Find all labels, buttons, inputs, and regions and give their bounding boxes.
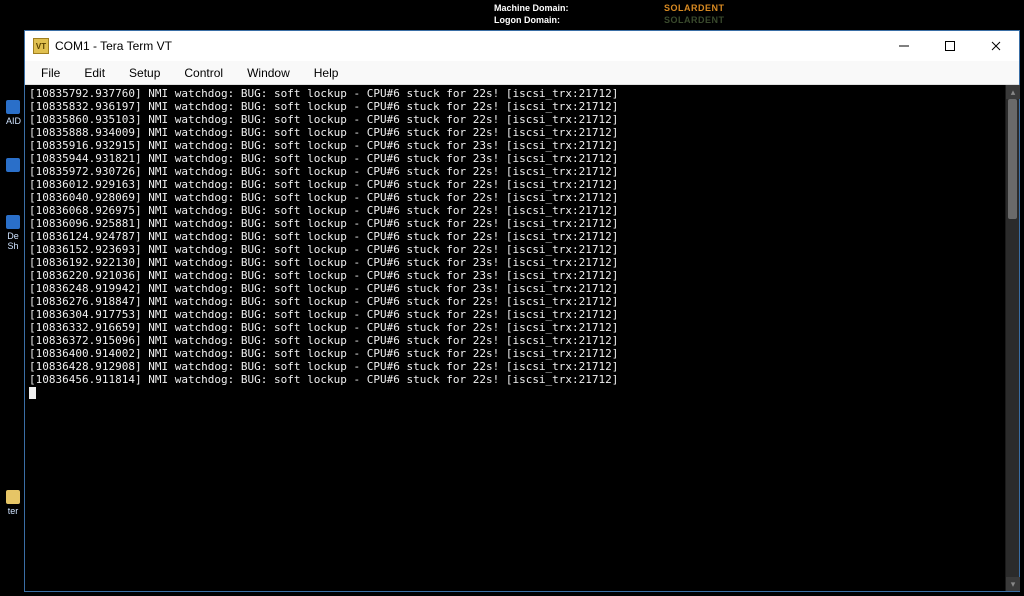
menu-window[interactable]: Window (235, 61, 302, 84)
terminal-area: [10835792.937760] NMI watchdog: BUG: sof… (25, 85, 1019, 591)
close-icon (990, 40, 1002, 52)
desktop-icon-raid[interactable]: AID (6, 100, 20, 126)
teraterm-window: VT COM1 - Tera Term VT File Edit Setup C… (24, 30, 1020, 592)
desktop-icon-document[interactable] (6, 158, 20, 174)
terminal-output[interactable]: [10835792.937760] NMI watchdog: BUG: sof… (25, 85, 1005, 591)
close-button[interactable] (973, 31, 1019, 61)
menu-help[interactable]: Help (302, 61, 351, 84)
desktop-info-overlay: Machine Domain: SOLARDENT Logon Domain: … (494, 2, 725, 26)
desktop: Machine Domain: SOLARDENT Logon Domain: … (0, 0, 1024, 596)
menu-setup[interactable]: Setup (117, 61, 172, 84)
maximize-button[interactable] (927, 31, 973, 61)
desktop-icon-folder[interactable]: ter (6, 490, 20, 516)
teraterm-app-icon: VT (33, 38, 49, 54)
logon-domain-label: Logon Domain: (494, 14, 664, 26)
window-title: COM1 - Tera Term VT (55, 39, 172, 53)
document-icon (6, 158, 20, 172)
window-titlebar[interactable]: VT COM1 - Tera Term VT (25, 31, 1019, 61)
logon-domain-value: SOLARDENT (664, 14, 725, 26)
minimize-icon (898, 40, 910, 52)
desktop-icon-desh[interactable]: De Sh (6, 215, 20, 251)
menu-edit[interactable]: Edit (72, 61, 117, 84)
terminal-cursor (29, 387, 36, 399)
machine-domain-value: SOLARDENT (664, 2, 725, 14)
menubar: File Edit Setup Control Window Help (25, 61, 1019, 85)
scroll-thumb[interactable] (1008, 99, 1017, 219)
scroll-down-arrow-icon[interactable]: ▾ (1006, 577, 1020, 591)
minimize-button[interactable] (881, 31, 927, 61)
app-icon (6, 215, 20, 229)
terminal-scrollbar[interactable]: ▴ ▾ (1005, 85, 1019, 591)
drive-icon (6, 100, 20, 114)
folder-icon (6, 490, 20, 504)
maximize-icon (944, 40, 956, 52)
menu-control[interactable]: Control (172, 61, 235, 84)
scroll-up-arrow-icon[interactable]: ▴ (1006, 85, 1020, 99)
menu-file[interactable]: File (29, 61, 72, 84)
machine-domain-label: Machine Domain: (494, 2, 664, 14)
